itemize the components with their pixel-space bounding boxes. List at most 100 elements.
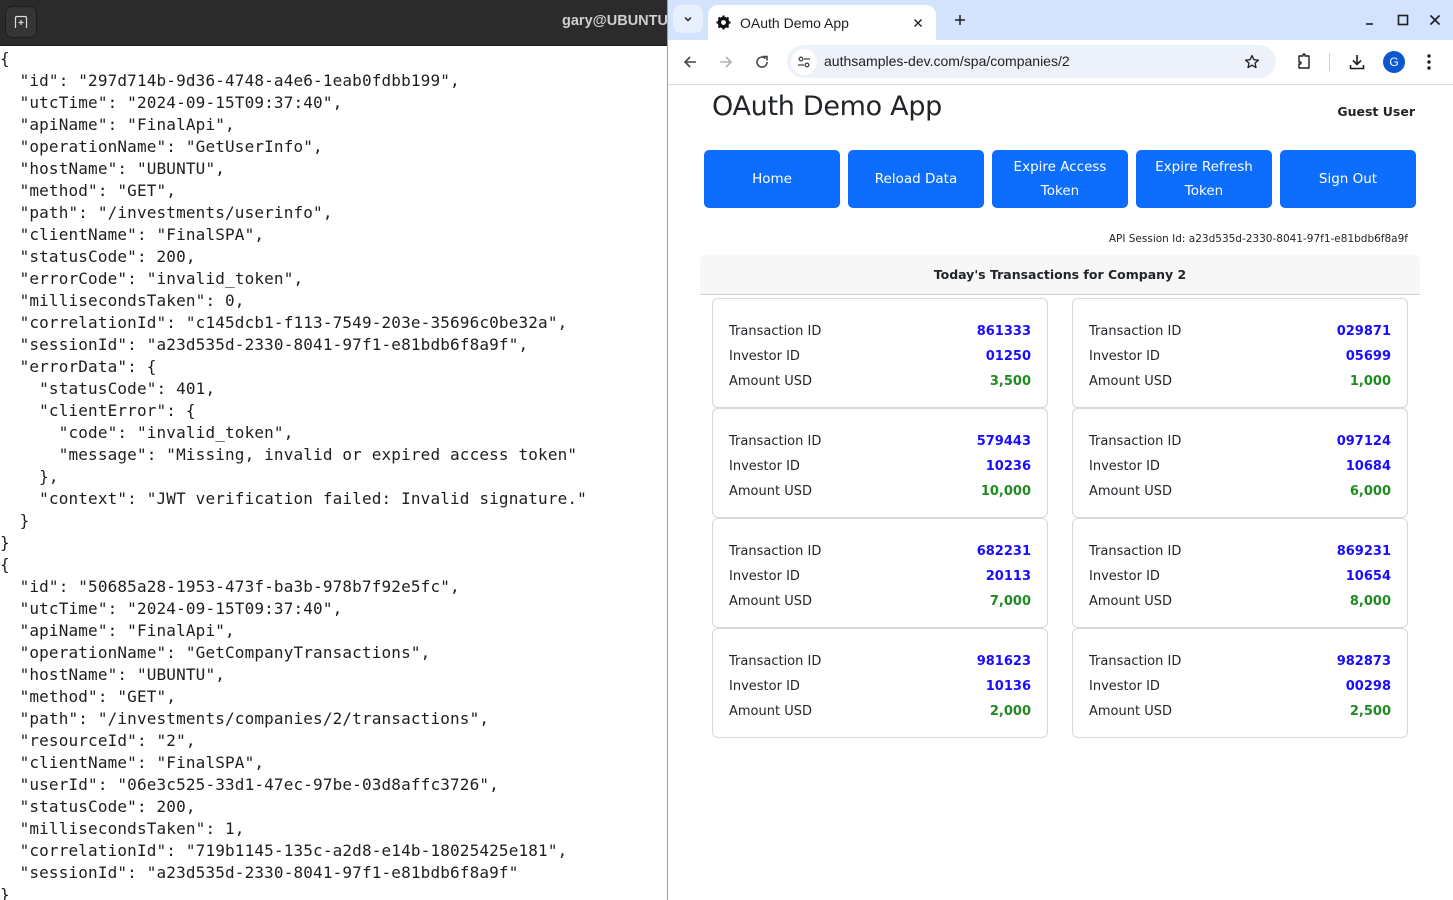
amount-usd-row: Amount USD 2,500 bbox=[1089, 699, 1391, 724]
terminal-line: "errorData": { bbox=[0, 357, 157, 376]
transaction-id-row: Transaction ID 097124 bbox=[1089, 429, 1391, 454]
extensions-button[interactable] bbox=[1291, 49, 1317, 75]
investor-id-row: Investor ID 10236 bbox=[729, 454, 1031, 479]
minimize-icon bbox=[1366, 23, 1373, 25]
terminal-line: "apiName": "FinalApi", bbox=[0, 621, 235, 640]
amount-usd-value: 3,500 bbox=[989, 374, 1031, 389]
app-title: OAuth Demo App bbox=[712, 91, 942, 122]
terminal-line: "statusCode": 200, bbox=[0, 247, 196, 266]
amount-usd-label: Amount USD bbox=[1089, 704, 1172, 719]
transaction-id-label: Transaction ID bbox=[729, 654, 822, 669]
home-button[interactable]: Home bbox=[704, 150, 840, 208]
transactions-panel-header: Today's Transactions for Company 2 bbox=[700, 255, 1420, 295]
amount-usd-row: Amount USD 2,000 bbox=[729, 699, 1031, 724]
amount-usd-label: Amount USD bbox=[729, 594, 812, 609]
terminal-line: "millisecondsTaken": 0, bbox=[0, 291, 245, 310]
site-info-button[interactable] bbox=[791, 49, 817, 75]
transaction-id-value: 982873 bbox=[1336, 654, 1391, 669]
transaction-id-row: Transaction ID 869231 bbox=[1089, 539, 1391, 564]
terminal-line: "statusCode": 401, bbox=[0, 379, 216, 398]
investor-id-row: Investor ID 10654 bbox=[1089, 564, 1391, 589]
url-text[interactable]: authsamples-dev.com/spa/companies/2 bbox=[824, 53, 1070, 69]
bookmark-button[interactable] bbox=[1240, 50, 1264, 74]
reload-button[interactable] bbox=[748, 48, 776, 76]
transaction-card: Transaction ID 861333 Investor ID 01250 Amou… bbox=[712, 298, 1048, 408]
browser-menu-button[interactable] bbox=[1416, 49, 1442, 75]
terminal-line: "sessionId": "a23d535d-2330-8041-97f1-e8… bbox=[0, 863, 519, 882]
transactions-grid: Transaction ID 861333 Investor ID 01250 Amou… bbox=[712, 298, 1408, 738]
download-icon bbox=[1349, 55, 1365, 70]
terminal-title: gary@UBUNTU bbox=[562, 13, 668, 29]
downloads-button[interactable] bbox=[1344, 49, 1370, 75]
puzzle-icon bbox=[1298, 53, 1310, 69]
investor-id-value: 10684 bbox=[1345, 459, 1391, 474]
browser-window: OAuth Demo App authsamples-dev.com/spa/c… bbox=[667, 0, 1453, 900]
close-icon bbox=[914, 18, 922, 27]
investor-id-label: Investor ID bbox=[729, 459, 800, 474]
forward-button[interactable] bbox=[712, 48, 740, 76]
terminal-line: { bbox=[0, 49, 10, 68]
investor-id-label: Investor ID bbox=[1089, 569, 1160, 584]
terminal-line: "utcTime": "2024-09-15T09:37:40", bbox=[0, 93, 343, 112]
transaction-id-value: 981623 bbox=[976, 654, 1031, 669]
transaction-id-row: Transaction ID 579443 bbox=[729, 429, 1031, 454]
reload-data-button[interactable]: Reload Data bbox=[848, 150, 984, 208]
terminal-new-tab-button[interactable] bbox=[5, 6, 37, 38]
tab-title: OAuth Demo App bbox=[740, 14, 849, 31]
terminal-line: } bbox=[0, 511, 30, 530]
sign-out-button[interactable]: Sign Out bbox=[1280, 150, 1416, 208]
investor-id-label: Investor ID bbox=[1089, 349, 1160, 364]
transaction-id-row: Transaction ID 861333 bbox=[729, 319, 1031, 344]
investor-id-label: Investor ID bbox=[1089, 459, 1160, 474]
investor-id-value: 05699 bbox=[1345, 349, 1391, 364]
back-button[interactable] bbox=[676, 48, 704, 76]
expire-refresh-token-button[interactable]: Expire Refresh Token bbox=[1136, 150, 1272, 208]
terminal-line: "message": "Missing, invalid or expired … bbox=[0, 445, 578, 464]
transaction-id-label: Transaction ID bbox=[1089, 434, 1182, 449]
close-icon bbox=[1429, 14, 1441, 26]
amount-usd-label: Amount USD bbox=[729, 374, 812, 389]
new-tab-button[interactable] bbox=[948, 8, 972, 32]
arrow-right-icon bbox=[720, 56, 733, 68]
user-name: Guest User bbox=[1337, 104, 1415, 119]
investor-id-row: Investor ID 00298 bbox=[1089, 674, 1391, 699]
investor-id-row: Investor ID 20113 bbox=[729, 564, 1031, 589]
terminal-output[interactable]: { "id": "297d714b-9d36-4748-a4e6-1eab0fd… bbox=[0, 47, 668, 900]
terminal-line: } bbox=[0, 533, 10, 552]
maximize-button[interactable] bbox=[1391, 8, 1415, 32]
plus-icon bbox=[955, 15, 965, 25]
transaction-card: Transaction ID 869231 Investor ID 10654 Amou… bbox=[1072, 518, 1408, 628]
amount-usd-row: Amount USD 3,500 bbox=[729, 369, 1031, 394]
transactions-panel-title: Today's Transactions for Company 2 bbox=[933, 267, 1187, 282]
terminal-line: "hostName": "UBUNTU", bbox=[0, 159, 226, 178]
browser-tab-active[interactable]: OAuth Demo App bbox=[708, 5, 936, 40]
investor-id-label: Investor ID bbox=[729, 679, 800, 694]
address-bar[interactable]: authsamples-dev.com/spa/companies/2 bbox=[787, 45, 1276, 78]
tab-close-button[interactable] bbox=[906, 11, 930, 35]
new-tab-icon bbox=[14, 15, 28, 28]
transaction-card: Transaction ID 981623 Investor ID 10136 Amou… bbox=[712, 628, 1048, 738]
terminal-window: gary@UBUNTU { "id": "297d714b-9d36-4748-… bbox=[0, 0, 668, 900]
amount-usd-value: 8,000 bbox=[1349, 594, 1391, 609]
expire-access-token-button[interactable]: Expire Access Token bbox=[992, 150, 1128, 208]
tab-search-button[interactable] bbox=[673, 5, 703, 33]
transaction-id-value: 097124 bbox=[1336, 434, 1391, 449]
close-window-button[interactable] bbox=[1423, 8, 1447, 32]
transaction-id-label: Transaction ID bbox=[1089, 544, 1182, 559]
transaction-id-label: Transaction ID bbox=[729, 434, 822, 449]
arrow-left-icon bbox=[683, 56, 696, 68]
action-button-row: Home Reload Data Expire Access Token Exp… bbox=[704, 150, 1416, 208]
investor-id-row: Investor ID 10684 bbox=[1089, 454, 1391, 479]
terminal-line: "apiName": "FinalApi", bbox=[0, 115, 235, 134]
terminal-line: "path": "/investments/userinfo", bbox=[0, 203, 333, 222]
profile-avatar[interactable]: G bbox=[1383, 51, 1405, 73]
terminal-line: "correlationId": "719b1145-135c-a2d8-e14… bbox=[0, 841, 568, 860]
amount-usd-row: Amount USD 1,000 bbox=[1089, 369, 1391, 394]
reload-icon bbox=[756, 55, 768, 68]
investor-id-label: Investor ID bbox=[1089, 679, 1160, 694]
transaction-card: Transaction ID 097124 Investor ID 10684 Amou… bbox=[1072, 408, 1408, 518]
terminal-line: "context": "JWT verification failed: Inv… bbox=[0, 489, 587, 508]
terminal-line: "code": "invalid_token", bbox=[0, 423, 294, 442]
minimize-button[interactable] bbox=[1358, 8, 1382, 32]
terminal-line: "method": "GET", bbox=[0, 181, 177, 200]
